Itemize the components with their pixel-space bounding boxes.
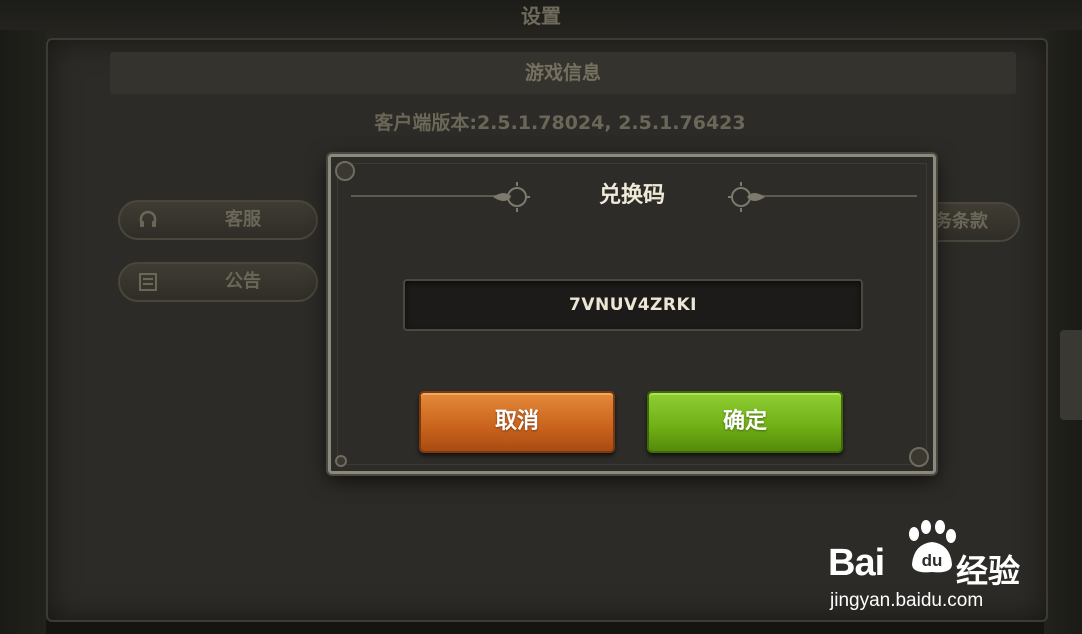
settings-window-title: 设置: [521, 4, 561, 28]
cancel-button[interactable]: 取消: [419, 391, 615, 453]
watermark-suffix: 经验: [956, 552, 1021, 590]
watermark-brand: Bai: [828, 542, 885, 584]
confirm-button[interactable]: 确定: [647, 391, 843, 453]
announcement-button[interactable]: 公告: [118, 262, 318, 302]
paw-logo-icon: du: [909, 520, 956, 573]
baidu-watermark: Bai du 经验 jingyan.baidu.com: [828, 518, 1028, 618]
section-title: 游戏信息: [524, 62, 601, 84]
notice-icon: [138, 272, 158, 292]
right-side-tab[interactable]: [1060, 330, 1082, 420]
corner-ornament: [335, 455, 347, 467]
headset-icon: [138, 210, 158, 230]
paw-text: du: [922, 551, 943, 570]
announcement-label: 公告: [225, 271, 261, 292]
redeem-code-dialog: 兑换码 7VNUV4ZRKI 取消 确定: [328, 154, 936, 474]
watermark-url: jingyan.baidu.com: [830, 590, 984, 611]
redeem-code-input[interactable]: 7VNUV4ZRKI: [403, 279, 863, 331]
dialog-title: 兑换码: [598, 183, 665, 208]
customer-service-button[interactable]: 客服: [118, 200, 318, 240]
corner-ornament: [335, 161, 355, 181]
left-frame: [0, 30, 46, 634]
customer-service-label: 客服: [225, 209, 261, 230]
client-version-text: 客户端版本:2.5.1.78024, 2.5.1.76423: [374, 112, 746, 134]
corner-ornament: [909, 447, 929, 467]
